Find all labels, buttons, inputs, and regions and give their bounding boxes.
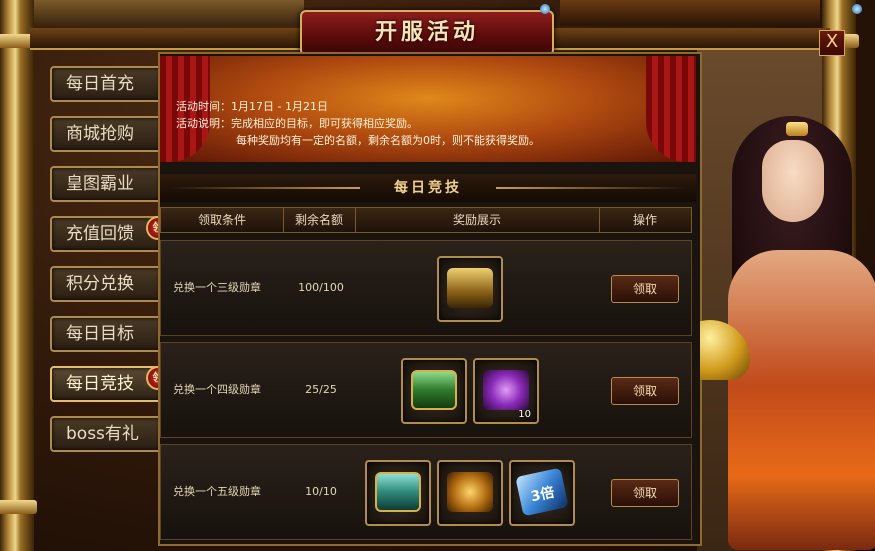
reward-slot[interactable]: [365, 460, 431, 526]
tab-label: boss有礼: [66, 424, 139, 444]
gold-chest-icon: [447, 268, 493, 308]
activity-tabs: 每日首充 商城抢购 皇图霸业 充值回馈 领 积分兑换 每日目标 每日竞技 领 b…: [50, 66, 170, 466]
reward-slot[interactable]: [401, 358, 467, 424]
tab-daily-first-recharge[interactable]: 每日首充: [50, 66, 162, 102]
reward-slot[interactable]: [437, 460, 503, 526]
header-rewards: 奖励展示: [355, 208, 600, 232]
character-illustration: [700, 50, 875, 551]
tab-daily-arena[interactable]: 每日竞技 领: [50, 366, 170, 402]
table-row: 兑换一个五级勋章 10/10 3倍 领取: [160, 444, 692, 540]
tab-imperial-conquest[interactable]: 皇图霸业: [50, 166, 162, 202]
row-condition: 兑换一个五级勋章: [173, 485, 261, 498]
claim-button[interactable]: 领取: [611, 479, 679, 507]
tab-label: 皇图霸业: [66, 174, 134, 194]
table-row: 兑换一个四级勋章 25/25 10 领取: [160, 342, 692, 438]
tab-shop-flash-sale[interactable]: 商城抢购: [50, 116, 162, 152]
section-header: 每日竞技: [160, 174, 696, 202]
top-scenery-right: [560, 0, 820, 26]
tab-recharge-rewards[interactable]: 充值回馈 领: [50, 216, 170, 252]
reward-slot[interactable]: 3倍: [509, 460, 575, 526]
tab-label: 每日首充: [66, 74, 134, 94]
claim-button[interactable]: 领取: [611, 275, 679, 303]
gem-icon: [852, 4, 862, 14]
tab-label: 积分兑换: [66, 274, 134, 294]
teal-chest-icon: [375, 472, 421, 512]
reward-slot[interactable]: 10: [473, 358, 539, 424]
top-scenery-left: [34, 0, 304, 26]
curtain-right: [646, 56, 696, 162]
header-action: 操作: [632, 213, 657, 227]
table-header: 领取条件 剩余名额 奖励展示 操作: [160, 207, 692, 233]
tab-label: 每日目标: [66, 324, 134, 344]
activity-description-line2: 每种奖励均有一定的名额，剩余名额为0时，则不能获得奖励。: [236, 134, 540, 147]
title-plate: 开服活动: [300, 10, 554, 56]
character-face: [762, 140, 824, 222]
tab-label: 每日竞技: [66, 374, 134, 394]
card-text: 3倍: [529, 484, 556, 506]
green-chest-icon: [411, 370, 457, 410]
row-condition: 兑换一个三级勋章: [173, 281, 261, 294]
row-remaining: 25/25: [305, 383, 337, 396]
left-pillar: [0, 0, 37, 551]
gold-chain-icon: [447, 472, 493, 512]
tab-points-exchange[interactable]: 积分兑换: [50, 266, 162, 302]
character-body: [728, 250, 875, 550]
row-condition: 兑换一个四级勋章: [173, 383, 261, 396]
table-row: 兑换一个三级勋章 100/100 领取: [160, 240, 692, 336]
tab-daily-goal[interactable]: 每日目标: [50, 316, 162, 352]
activity-time: 活动时间：1月17日 - 1月21日: [176, 100, 328, 113]
gem-icon: [540, 4, 550, 14]
purple-chain-icon: [483, 370, 529, 410]
tab-boss-gift[interactable]: boss有礼: [50, 416, 162, 452]
item-quantity: 10: [518, 409, 531, 420]
blue-card-icon: 3倍: [515, 467, 569, 517]
activity-description: 活动说明：完成相应的目标，即可获得相应奖励。: [176, 117, 418, 130]
section-title: 每日竞技: [394, 180, 462, 196]
character-crown: [786, 122, 808, 136]
window-title: 开服活动: [374, 20, 479, 45]
row-remaining: 100/100: [298, 281, 344, 294]
claim-button[interactable]: 领取: [611, 377, 679, 405]
header-remaining: 剩余名额: [283, 208, 356, 232]
reward-slot[interactable]: [437, 256, 503, 322]
header-condition: 领取条件: [161, 208, 284, 232]
game-window: 开服活动 X 每日首充 商城抢购 皇图霸业 充值回馈 领 积分兑换 每日目标 每…: [0, 0, 875, 551]
activity-info: 活动时间：1月17日 - 1月21日 活动说明：完成相应的目标，即可获得相应奖励…: [176, 98, 540, 149]
tab-label: 商城抢购: [66, 124, 134, 144]
tab-label: 充值回馈: [66, 224, 134, 244]
row-remaining: 10/10: [305, 485, 337, 498]
